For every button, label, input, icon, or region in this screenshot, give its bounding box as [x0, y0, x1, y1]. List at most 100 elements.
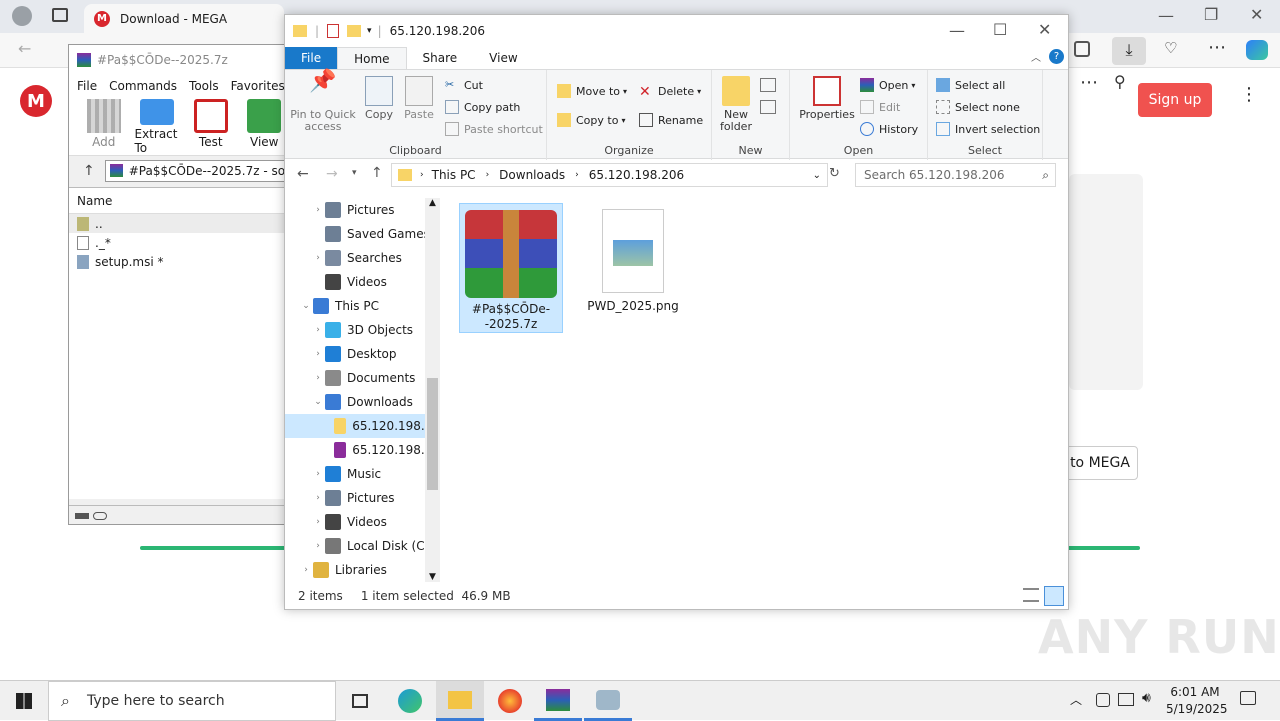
tab-share[interactable]: Share — [407, 47, 474, 69]
select-none-button[interactable]: Select none — [936, 100, 1020, 114]
list-item[interactable]: ._* — [69, 233, 287, 252]
back-arrow-icon[interactable]: ← — [297, 166, 309, 182]
address-bar[interactable]: › This PC › Downloads › 65.120.198.206 ⌄ — [391, 163, 828, 187]
list-item[interactable]: .. — [69, 214, 287, 233]
browser-tab[interactable]: M Download - MEGA — [84, 4, 284, 33]
winrar-menu-file[interactable]: File — [77, 79, 97, 93]
expand-chevron-icon[interactable]: › — [311, 325, 325, 335]
large-icons-view-icon[interactable] — [1044, 586, 1064, 606]
task-view-button[interactable] — [336, 681, 384, 721]
explorer-taskbar-app[interactable] — [436, 681, 484, 721]
setup-taskbar-app[interactable] — [584, 681, 632, 721]
invert-selection-button[interactable]: Invert selection — [936, 122, 1040, 136]
up-arrow-icon[interactable]: ↑ — [83, 163, 95, 179]
edit-button[interactable]: Edit — [860, 100, 900, 114]
tree-item[interactable]: › Searches — [285, 246, 440, 270]
history-button[interactable]: History — [860, 122, 918, 136]
tree-item[interactable]: Videos — [285, 270, 440, 294]
tree-item[interactable]: › 3D Objects — [285, 318, 440, 342]
tree-item[interactable]: › Videos — [285, 510, 440, 534]
properties-qa-icon[interactable] — [327, 24, 340, 38]
winrar-path-field[interactable]: #Pa$$CŌⅮe--2025.7z - so — [104, 159, 287, 182]
expand-chevron-icon[interactable]: ⌄ — [311, 397, 325, 407]
winrar-test-button[interactable]: Test — [188, 97, 234, 155]
tab-actions-icon[interactable] — [52, 8, 68, 22]
paste-button[interactable]: Paste — [401, 76, 437, 121]
file-item-archive[interactable]: #Pa$$CŌⅮe--2025.7z — [459, 203, 563, 333]
expand-chevron-icon[interactable]: › — [299, 565, 313, 575]
expand-chevron-icon[interactable]: › — [311, 517, 325, 527]
profile-icon[interactable] — [12, 6, 32, 26]
tree-item[interactable]: ⌄ Downloads — [285, 390, 440, 414]
expand-chevron-icon[interactable]: › — [311, 469, 325, 479]
copilot-icon[interactable] — [1246, 40, 1268, 60]
explorer-close-button[interactable]: ✕ — [1038, 20, 1051, 39]
qa-dropdown-icon[interactable]: ▾ — [367, 26, 372, 36]
tree-item[interactable]: › Desktop — [285, 342, 440, 366]
rename-button[interactable]: Rename — [639, 113, 703, 127]
list-item[interactable]: setup.msi * — [69, 252, 287, 271]
open-button[interactable]: Open ▾ — [860, 78, 915, 92]
select-all-button[interactable]: Select all — [936, 78, 1005, 92]
firefox-taskbar-app[interactable] — [486, 681, 534, 721]
recent-dropdown-icon[interactable]: ▾ — [352, 168, 357, 178]
winrar-menu-commands[interactable]: Commands — [109, 79, 177, 93]
expand-chevron-icon[interactable]: › — [311, 493, 325, 503]
tree-item[interactable]: › Local Disk (C:) — [285, 534, 440, 558]
properties-button[interactable]: Properties — [798, 76, 856, 121]
move-to-button[interactable]: Move to ▾ — [557, 84, 627, 98]
tree-item[interactable]: Saved Games — [285, 222, 440, 246]
mega-logo[interactable]: M — [20, 85, 52, 117]
tab-home[interactable]: Home — [337, 47, 407, 69]
browser-minimize-button[interactable]: — — [1158, 6, 1174, 25]
expand-chevron-icon[interactable]: › — [311, 349, 325, 359]
up-arrow-icon[interactable]: ↑ — [371, 165, 383, 181]
security-tray-icon[interactable] — [1096, 693, 1110, 707]
winrar-taskbar-app[interactable] — [534, 681, 582, 721]
volume-tray-icon[interactable]: 🔊︎ — [1142, 690, 1151, 706]
paste-shortcut-button[interactable]: Paste shortcut — [445, 122, 543, 136]
scroll-up-icon[interactable]: ▲ — [425, 198, 440, 214]
delete-button[interactable]: ✕ Delete ▾ — [639, 84, 701, 100]
network-tray-icon[interactable] — [1118, 693, 1134, 706]
explorer-minimize-button[interactable]: — — [949, 21, 965, 40]
start-button[interactable] — [0, 681, 48, 721]
back-arrow-icon[interactable]: ← — [18, 39, 31, 58]
tab-view[interactable]: View — [473, 47, 533, 69]
copy-button[interactable]: Copy — [359, 76, 399, 121]
expand-chevron-icon[interactable]: › — [311, 541, 325, 551]
refresh-icon[interactable]: ↻ — [829, 166, 840, 181]
winrar-view-button[interactable]: View — [242, 97, 288, 155]
page-menu-icon[interactable]: ⋮ — [1240, 86, 1258, 104]
browser-essentials-icon[interactable]: ♡ — [1164, 39, 1177, 57]
easy-access-icon[interactable] — [760, 100, 776, 114]
pin-quick-access-button[interactable]: 📌 Pin to Quick access — [289, 71, 357, 133]
expand-chevron-icon[interactable]: › — [311, 205, 325, 215]
tree-item[interactable]: › Pictures — [285, 198, 440, 222]
edge-taskbar-app[interactable] — [386, 681, 434, 721]
taskbar-search[interactable]: ⌕ Type here to search — [48, 681, 336, 721]
new-folder-button[interactable]: New folder — [716, 76, 756, 133]
downloads-button[interactable]: ⤓ — [1112, 37, 1146, 65]
explorer-maximize-button[interactable]: ☐ — [993, 20, 1007, 39]
help-icon[interactable]: ? — [1049, 49, 1064, 64]
expand-chevron-icon[interactable]: › — [311, 373, 325, 383]
browser-restore-button[interactable]: ❐ — [1204, 5, 1218, 24]
extensions-icon[interactable] — [1074, 41, 1090, 57]
tree-item[interactable]: 65.120.198.20 — [285, 438, 440, 462]
tree-item[interactable]: › Documents — [285, 366, 440, 390]
tree-item[interactable]: ⌄ This PC — [285, 294, 440, 318]
new-item-icon[interactable] — [760, 78, 776, 92]
copy-path-button[interactable]: Copy path — [445, 100, 520, 114]
tree-item[interactable]: › Libraries — [285, 558, 440, 582]
address-dropdown-icon[interactable]: ⌄ — [813, 170, 821, 181]
navigation-scrollbar[interactable]: ▲ ▼ — [425, 198, 440, 582]
copy-to-button[interactable]: Copy to ▾ — [557, 113, 625, 127]
more-options-icon[interactable]: ⋯ — [1208, 37, 1226, 58]
notification-icon[interactable] — [1240, 691, 1256, 705]
pin-icon[interactable]: ⚲ — [1114, 72, 1126, 91]
tree-item[interactable]: 65.120.198.20 — [285, 414, 440, 438]
scrollbar-thumb[interactable] — [427, 378, 438, 490]
winrar-menu-tools[interactable]: Tools — [189, 79, 219, 93]
winrar-extract-button[interactable]: Extract To — [135, 97, 181, 155]
